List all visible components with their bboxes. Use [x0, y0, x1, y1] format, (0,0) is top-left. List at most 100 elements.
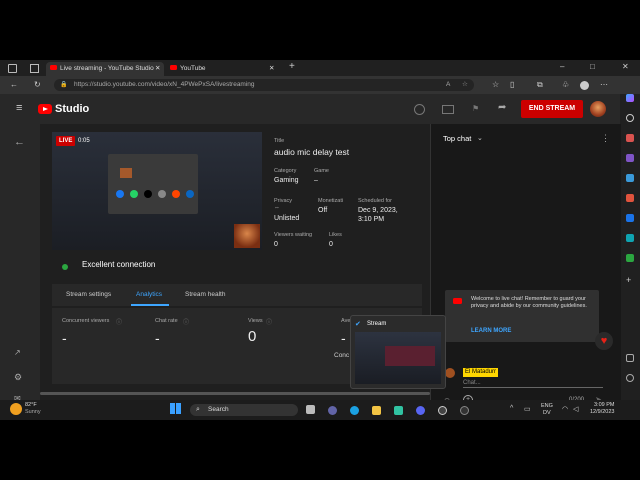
address-bar[interactable]: 🔒 https://studio.youtube.com/video/xN_4P…	[54, 79, 474, 91]
split-screen-icon[interactable]: ▯	[510, 80, 514, 89]
concurrent-viewers-value: -	[62, 330, 67, 346]
close-window-icon[interactable]: ✕	[622, 62, 629, 71]
preview-webcam	[234, 224, 260, 248]
learn-more-link[interactable]: LEARN MORE	[471, 328, 511, 334]
shopping-icon[interactable]	[626, 134, 634, 142]
tab-youtube[interactable]: YouTube ✕	[166, 62, 278, 76]
share-icon[interactable]: ➦	[498, 102, 506, 113]
add-icon[interactable]: +	[626, 276, 634, 285]
keyboard-layout[interactable]: DV	[543, 410, 551, 417]
close-icon[interactable]: ✕	[155, 62, 160, 76]
help-icon[interactable]: ⓘ	[183, 317, 189, 326]
popup-thumbnail	[355, 332, 441, 384]
minimize-icon[interactable]: –	[560, 62, 564, 71]
privacy-label: Privacy	[274, 198, 293, 204]
account-avatar[interactable]	[590, 101, 606, 117]
tray-chevron-icon[interactable]: ^	[510, 405, 513, 412]
live-badge: LIVE	[56, 136, 76, 146]
end-stream-button[interactable]: END STREAM	[521, 100, 583, 118]
youtube-favicon-icon	[170, 65, 177, 71]
heart-reaction-icon[interactable]: ♥	[595, 332, 613, 350]
extensions-icon[interactable]: ♧	[562, 80, 569, 89]
youtube-studio: ≡ Studio ⚑ ➦ END STREAM ← ↗ ⚙ ✉ LIVE 0:0…	[0, 94, 621, 405]
task-view-icon[interactable]	[306, 405, 315, 414]
chat-input[interactable]: Chat...	[463, 380, 603, 388]
maximize-icon[interactable]: □	[590, 62, 595, 71]
tools-icon[interactable]	[626, 154, 634, 162]
weather-temp[interactable]: 82°F	[25, 402, 37, 409]
clock-date[interactable]: 12/9/2023	[590, 409, 614, 416]
category-label: Category	[274, 168, 297, 174]
tab-analytics[interactable]: Analytics	[136, 291, 162, 298]
new-tab-button[interactable]: +	[289, 61, 295, 72]
favorites-icon[interactable]: ☆	[492, 80, 499, 89]
link-icon: ⇔	[274, 205, 280, 211]
streamlabs-icon[interactable]	[394, 406, 403, 415]
tab-live-streaming[interactable]: Live streaming - YouTube Studio ✕	[46, 62, 164, 76]
designer-icon[interactable]	[626, 254, 634, 262]
window-menu-icon[interactable]	[8, 64, 17, 73]
preview-dialog	[108, 154, 198, 214]
read-aloud-icon[interactable]: A	[446, 79, 450, 91]
browser-nav-bar: ← ↻ 🔒 https://studio.youtube.com/video/x…	[0, 76, 640, 94]
clock-time[interactable]: 3:09 PM	[594, 402, 614, 409]
chat-mode-select[interactable]: Top chat	[443, 134, 471, 143]
start-icon[interactable]	[170, 403, 181, 414]
chat-rate-label: Chat rate	[155, 318, 178, 324]
chat-rate-value: -	[155, 330, 160, 346]
horizontal-scrollbar[interactable]	[40, 392, 430, 395]
thumbnail-window	[385, 346, 435, 366]
profile-avatar[interactable]	[580, 81, 589, 90]
copilot-icon[interactable]	[626, 94, 634, 102]
screen: Live streaming - YouTube Studio ✕ YouTub…	[0, 60, 640, 420]
help-icon[interactable]: ⓘ	[266, 317, 272, 326]
scheduled-label: Scheduled for	[358, 198, 392, 204]
edge-icon[interactable]	[350, 406, 359, 415]
more-menu-icon[interactable]: ⋯	[600, 80, 608, 89]
settings-gear-icon[interactable]: ⚙	[14, 372, 22, 383]
camera-icon[interactable]	[442, 105, 454, 114]
discord-icon[interactable]	[416, 406, 425, 415]
drop-icon[interactable]	[626, 234, 634, 242]
game-value: –	[314, 177, 318, 184]
report-flag-icon[interactable]: ⚑	[472, 104, 479, 113]
stream-settings-icon[interactable]	[414, 104, 425, 115]
obs-icon[interactable]	[438, 406, 447, 415]
weather-icon[interactable]	[10, 403, 22, 415]
tab-stream-health[interactable]: Stream health	[185, 291, 225, 298]
taskbar-thumbnail-popup[interactable]: ✔ Stream	[350, 315, 446, 389]
battery-icon[interactable]: ▭	[524, 405, 531, 413]
tab-stream-settings[interactable]: Stream settings	[66, 291, 111, 298]
views-label: Views	[248, 318, 263, 324]
chat-more-icon[interactable]: ⋮	[601, 133, 610, 144]
stream-preview[interactable]: LIVE 0:05	[52, 132, 262, 250]
volume-icon[interactable]: ◁	[573, 405, 578, 413]
app-icon[interactable]	[460, 406, 469, 415]
refresh-icon[interactable]: ↻	[34, 80, 41, 89]
search-icon[interactable]	[626, 114, 634, 122]
back-arrow-icon[interactable]: ←	[14, 136, 25, 148]
collections-icon[interactable]: ⧉	[537, 80, 543, 90]
wifi-icon[interactable]: ◠	[562, 405, 568, 413]
youtube-logo-icon[interactable]	[38, 104, 52, 114]
games-icon[interactable]	[626, 174, 634, 182]
tab-actions-icon[interactable]	[30, 64, 39, 73]
file-explorer-icon[interactable]	[372, 406, 381, 415]
help-icon[interactable]: ⓘ	[116, 317, 122, 326]
outlook-icon[interactable]	[626, 214, 634, 222]
preview-share-icon	[158, 190, 166, 198]
microsoft-365-icon[interactable]	[626, 194, 634, 202]
teams-icon[interactable]	[328, 406, 337, 415]
concurrent-label: Conc	[334, 352, 350, 359]
hamburger-menu-icon[interactable]: ≡	[16, 102, 22, 114]
sidebar-settings-icon[interactable]	[626, 354, 634, 362]
sidebar-settings-icon[interactable]	[626, 374, 634, 382]
external-link-icon[interactable]: ↗	[14, 348, 21, 357]
weather-desc[interactable]: Sunny	[25, 409, 41, 416]
language-code[interactable]: ENG	[541, 403, 553, 410]
back-icon[interactable]: ←	[10, 80, 18, 89]
favorite-star-icon[interactable]: ☆	[462, 79, 468, 91]
chevron-down-icon[interactable]: ⌄	[477, 134, 483, 142]
close-icon[interactable]: ✕	[269, 62, 274, 76]
taskbar-search[interactable]: ⌕ Search	[190, 404, 298, 416]
